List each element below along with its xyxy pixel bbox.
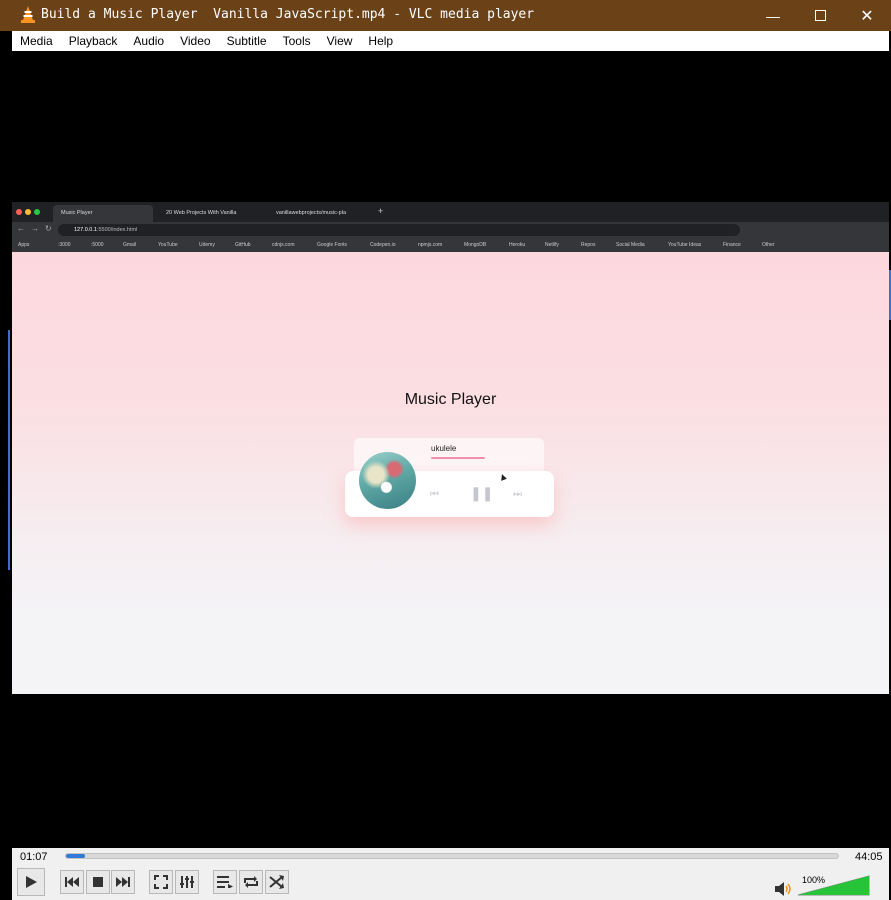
bookmark-item: Finance: [723, 242, 741, 248]
vlc-cone-icon: [21, 6, 35, 23]
close-icon: ✕: [860, 7, 874, 25]
bookmark-item: Apps: [18, 242, 30, 248]
equalizer-icon: [180, 876, 194, 888]
album-cover: [359, 452, 416, 509]
song-title: ukulele: [431, 444, 457, 453]
window-edge-left: [8, 330, 10, 570]
seek-bar[interactable]: [65, 853, 839, 859]
browser-tab-github: vanillawebprojects/music-pla: [268, 205, 368, 222]
browser-close-dot: [16, 209, 22, 215]
fullscreen-icon: [154, 875, 168, 889]
video-frame[interactable]: Music Player 20 Web Projects With Vanill…: [12, 202, 889, 694]
speaker-icon[interactable]: [775, 882, 791, 896]
prev-track-icon: ⏮: [430, 489, 439, 500]
browser-address-bar: 127.0.0.1:5500/index.html: [58, 224, 740, 236]
bookmark-item: :5000: [91, 242, 104, 248]
new-tab-icon: +: [378, 206, 384, 216]
bookmark-item: MongoDB: [464, 242, 487, 248]
bookmark-item: Udemy: [199, 242, 215, 248]
menu-audio[interactable]: Audio: [125, 31, 172, 51]
browser-zoom-dot: [34, 209, 40, 215]
reload-icon: ↻: [45, 224, 52, 233]
browser-tab-music-player: Music Player: [53, 205, 153, 222]
play-button[interactable]: [17, 868, 45, 896]
controls-bar: 01:07 44:05 100%: [12, 848, 889, 900]
bookmark-item: GitHub: [235, 242, 251, 248]
browser-tab-label: vanillawebprojects/music-pla: [276, 210, 347, 216]
browser-minimize-dot: [25, 209, 31, 215]
shuffle-icon: [269, 875, 284, 889]
menu-subtitle[interactable]: Subtitle: [219, 31, 275, 51]
menu-tools[interactable]: Tools: [275, 31, 319, 51]
browser-tab-strip: Music Player 20 Web Projects With Vanill…: [12, 202, 889, 222]
title-bar: Build a Music Player Vanilla JavaScript.…: [0, 0, 891, 31]
minimize-icon: —: [766, 7, 780, 24]
maximize-icon: [814, 10, 826, 21]
previous-icon: [65, 877, 79, 887]
bookmark-item: YouTube Ideas: [668, 242, 702, 248]
bookmark-item: YouTube: [158, 242, 178, 248]
close-button[interactable]: ✕: [844, 0, 890, 31]
bookmark-item: Other: [762, 242, 775, 248]
previous-button[interactable]: [60, 870, 84, 894]
volume-slider[interactable]: [797, 875, 870, 896]
bookmark-item: Repos: [581, 242, 596, 248]
browser-tab-label: Music Player: [61, 210, 93, 216]
menu-view[interactable]: View: [319, 31, 361, 51]
bookmark-item: Gmail: [123, 242, 137, 248]
next-track-icon: ⏭: [513, 489, 522, 500]
extended-settings-button[interactable]: [175, 870, 199, 894]
bookmarks-bar: Apps :3000 :5000 Gmail YouTube Udemy Git…: [12, 238, 889, 253]
fullscreen-button[interactable]: [149, 870, 173, 894]
bookmark-item: npmjs.com: [418, 242, 443, 248]
playlist-icon: [217, 876, 233, 888]
shuffle-button[interactable]: [265, 870, 289, 894]
bookmark-item: Netlify: [545, 242, 559, 248]
back-icon: ←: [17, 224, 25, 233]
url-path: :5500/index.html: [96, 227, 138, 233]
bookmark-item: Google Fonts: [317, 242, 348, 248]
menu-playback[interactable]: Playback: [61, 31, 126, 51]
forward-icon: →: [31, 224, 39, 233]
maximize-button[interactable]: [797, 0, 843, 31]
browser-tab-label: 20 Web Projects With Vanilla: [166, 210, 237, 216]
loop-button[interactable]: [239, 870, 263, 894]
window-title: Build a Music Player Vanilla JavaScript.…: [41, 7, 535, 22]
next-button[interactable]: [111, 870, 135, 894]
bookmark-item: Social Media: [616, 242, 645, 248]
menu-help[interactable]: Help: [360, 31, 401, 51]
bookmark-item: cdnjs.com: [272, 242, 295, 248]
play-icon: [26, 876, 37, 888]
song-progress-bar: [431, 457, 485, 459]
music-player-page: Music Player ukulele ⏮ ❚❚ ⏭: [12, 252, 889, 694]
loop-icon: [244, 876, 258, 888]
browser-tab-web-projects: 20 Web Projects With Vanilla: [158, 205, 258, 222]
browser-toolbar: ← → ↻ 127.0.0.1:5500/index.html: [12, 222, 889, 238]
bookmark-item: Codepen.io: [370, 242, 396, 248]
total-time: 44:05: [855, 851, 883, 863]
next-icon: [116, 877, 130, 887]
stop-button[interactable]: [86, 870, 110, 894]
stop-icon: [93, 877, 103, 887]
menu-media[interactable]: Media: [12, 31, 61, 51]
seek-bar-fill: [66, 854, 86, 858]
elapsed-time: 01:07: [20, 851, 48, 863]
bookmark-item: Heroku: [509, 242, 526, 248]
url-host: 127.0.0.1: [74, 227, 97, 233]
menu-bar: Media Playback Audio Video Subtitle Tool…: [12, 31, 889, 51]
pause-icon: ❚❚: [470, 485, 494, 501]
minimize-button[interactable]: —: [750, 0, 796, 31]
playlist-button[interactable]: [213, 870, 237, 894]
music-player-title: Music Player: [404, 391, 497, 408]
bookmark-item: :3000: [58, 242, 71, 248]
menu-video[interactable]: Video: [172, 31, 218, 51]
